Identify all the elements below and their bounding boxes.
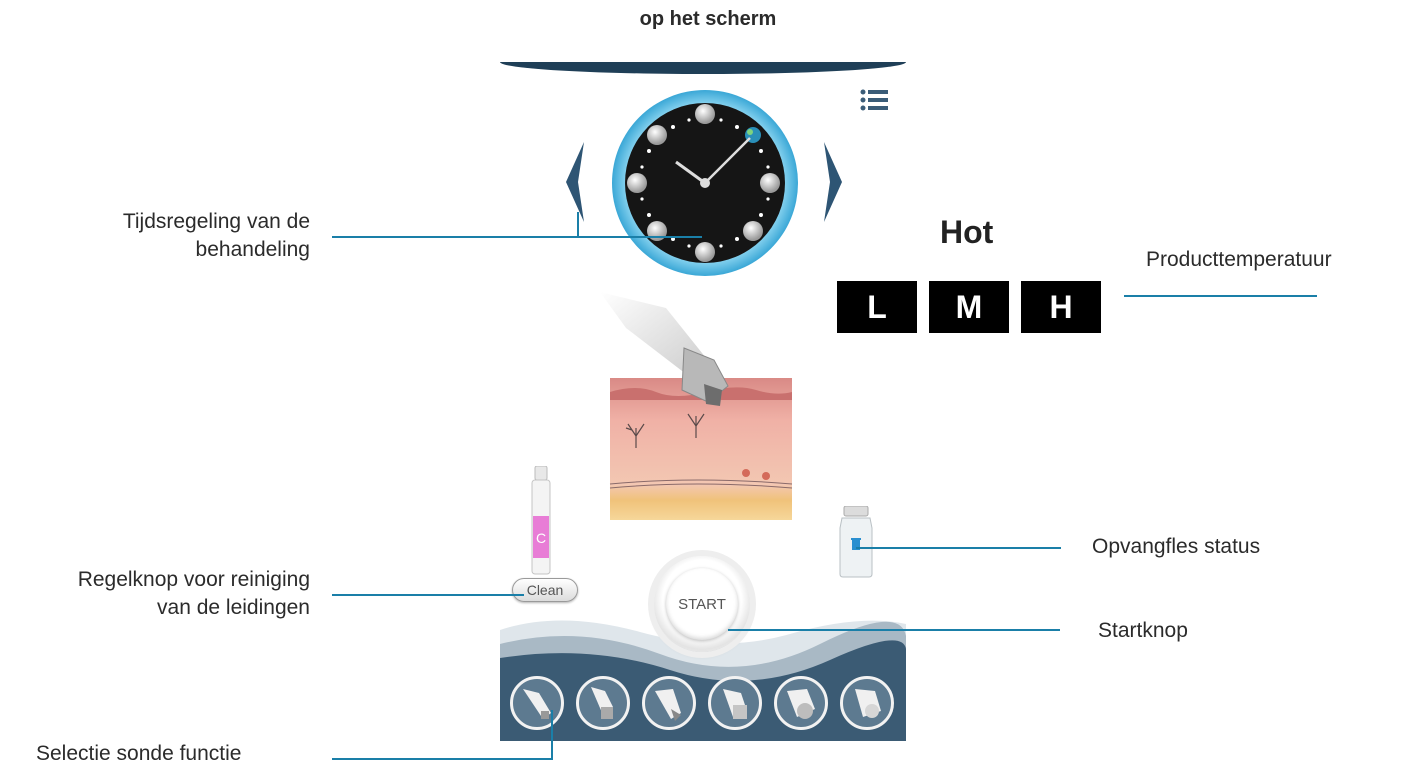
annotation-bottle-status: Opvangfles status xyxy=(1092,535,1261,558)
menu-icon[interactable] xyxy=(860,88,888,112)
annotation-product-temperature-pointer xyxy=(1124,295,1317,297)
annotation-time-control-line-1: Tijdsregeling van de xyxy=(122,210,310,233)
annotation-time-control-pointer xyxy=(332,236,702,238)
probe-select-button-6[interactable] xyxy=(840,676,894,730)
annotation-probe-selection-pointer-tick xyxy=(551,710,553,760)
annotation-start-button-pointer xyxy=(728,629,1060,631)
annotation-cleaning: Regelknop voor reiniging van de leidinge… xyxy=(0,566,310,622)
annotation-product-temperature: Producttemperatuur xyxy=(1146,248,1332,271)
vial-label: C xyxy=(536,530,546,546)
probe-5-icon xyxy=(787,689,815,719)
annotation-time-control-pointer-tick xyxy=(577,212,579,236)
annotation-time-control-line-2: behandeling xyxy=(195,238,310,261)
temperature-high-button[interactable]: H xyxy=(1021,281,1101,333)
probe-select-button-1[interactable] xyxy=(510,676,564,730)
probe-select-button-2[interactable] xyxy=(576,676,630,730)
annotation-bottle-status-pointer xyxy=(856,547,1061,549)
probe-4-icon xyxy=(723,689,747,719)
page-title: op het scherm xyxy=(639,8,777,30)
screen-top-bar xyxy=(500,62,906,74)
probe-select-button-4[interactable] xyxy=(708,676,762,730)
probe-3-icon xyxy=(655,689,681,721)
probe-select-button-5[interactable] xyxy=(774,676,828,730)
cleaning-vial-icon: C xyxy=(531,466,551,575)
temperature-label: Hot xyxy=(940,214,994,250)
probe-2-icon xyxy=(591,687,613,719)
annotation-cleaning-line-2: van de leidingen xyxy=(157,596,310,619)
previous-arrow-icon[interactable] xyxy=(562,140,586,224)
collection-bottle-icon xyxy=(839,506,873,578)
probe-6-icon xyxy=(855,689,881,718)
annotation-probe-selection-pointer xyxy=(332,758,553,760)
start-button-label: START xyxy=(678,595,726,613)
temperature-medium-button[interactable]: M xyxy=(929,281,1009,333)
annotation-cleaning-line-1: Regelknop voor reiniging xyxy=(77,568,310,591)
annotation-probe-selection: Selectie sonde functie xyxy=(36,742,242,765)
probe-select-button-3[interactable] xyxy=(642,676,696,730)
start-button[interactable]: START xyxy=(654,556,750,652)
treatment-timer-dial[interactable] xyxy=(610,88,800,278)
annotation-time-control: Tijdsregeling van de behandeling xyxy=(40,208,310,264)
skin-treatment-illustration xyxy=(600,292,793,520)
annotation-start-button: Startknop xyxy=(1098,619,1188,642)
clean-button[interactable]: Clean xyxy=(512,578,578,602)
annotation-cleaning-pointer xyxy=(332,594,524,596)
temperature-low-button[interactable]: L xyxy=(837,281,917,333)
next-arrow-icon[interactable] xyxy=(822,140,846,224)
